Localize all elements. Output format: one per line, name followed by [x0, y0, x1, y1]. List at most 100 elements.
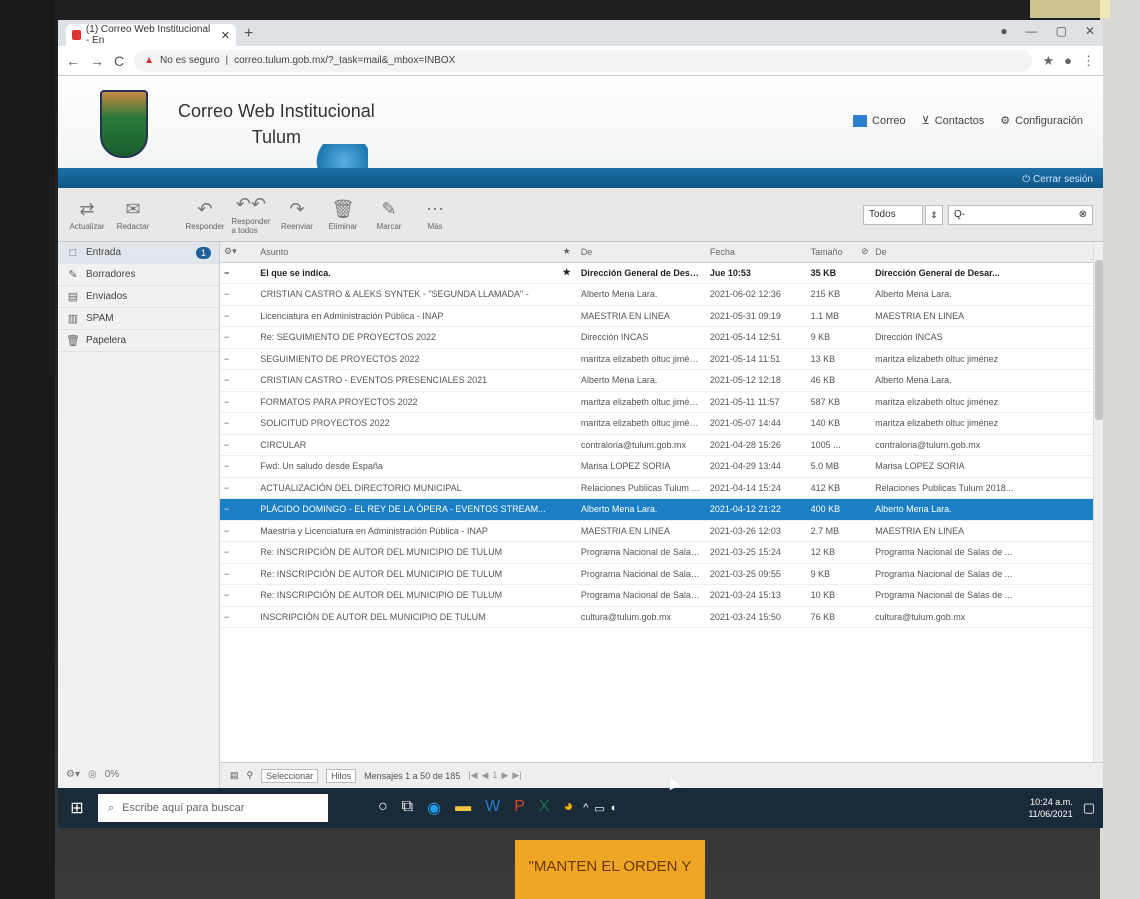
- folder-spam[interactable]: ▥ SPAM: [58, 308, 219, 330]
- size-header[interactable]: Tamaño: [806, 242, 858, 263]
- last-page-icon[interactable]: ▶|: [512, 770, 521, 781]
- new-tab-button[interactable]: +: [244, 24, 253, 46]
- table-row[interactable]: − INSCRIPCIÓN DE AUTOR DEL MUNICIPIO DE T…: [220, 606, 1103, 628]
- table-row[interactable]: − El que se indica. ★ Dirección General de …: [220, 262, 1103, 284]
- edge-icon[interactable]: ◉: [427, 798, 441, 818]
- network-icon[interactable]: ▭: [594, 802, 604, 815]
- minimize-button[interactable]: —: [1026, 24, 1038, 38]
- attachment-icon: [857, 348, 872, 370]
- date-cell: 2021-05-07 14:44: [705, 412, 807, 435]
- table-row[interactable]: − Re: INSCRIPCIÓN DE AUTOR DEL MUNICIPIO …: [220, 584, 1103, 607]
- nav-settings[interactable]: ⚙ Configuración: [1000, 114, 1083, 128]
- folder-sent[interactable]: ▤ Enviados: [58, 286, 219, 308]
- word-icon[interactable]: W: [485, 798, 500, 818]
- subject-header[interactable]: Asunto: [256, 242, 559, 263]
- mark-button[interactable]: ✎ Marcar: [370, 199, 408, 231]
- size-cell: 1.1 MB: [806, 305, 858, 327]
- table-row[interactable]: − FORMATOS PARA PROYECTOS 2022 maritza eli…: [220, 391, 1103, 413]
- folder-trash[interactable]: 🗑 Papelera: [58, 330, 219, 352]
- windows-start-icon[interactable]: ⊞: [66, 797, 88, 819]
- table-row[interactable]: − Re: SEGUIMIENTO DE PROYECTOS 2022 Direcc…: [220, 326, 1103, 349]
- task-view-icon[interactable]: ⧉: [402, 798, 413, 818]
- threads-icon[interactable]: ⚲: [247, 770, 254, 781]
- account-icon[interactable]: ●: [1064, 53, 1072, 69]
- scrollbar-thumb[interactable]: [1095, 260, 1103, 420]
- excel-icon[interactable]: X: [539, 798, 550, 818]
- table-row[interactable]: − CRISTIAN CASTRO & ALEKS SYNTEK - "SEGUN…: [220, 283, 1103, 306]
- table-row[interactable]: − Fwd: Un saludo desde España Marisa LOPEZ…: [220, 455, 1103, 478]
- logout-link[interactable]: ⏻ Cerrar sesión: [1022, 174, 1093, 185]
- back-icon[interactable]: ←: [66, 53, 80, 69]
- close-window-button[interactable]: ✕: [1085, 24, 1095, 38]
- volume-icon[interactable]: ◐: [611, 802, 618, 815]
- attachment-icon: [857, 606, 872, 628]
- threads-dropdown[interactable]: Hilos: [326, 768, 357, 783]
- reload-icon[interactable]: C: [114, 53, 124, 69]
- table-row[interactable]: − ACTUALIZACIÓN DEL DIRECTORIO MUNICIPAL R…: [220, 477, 1103, 499]
- prev-page-icon[interactable]: ◀: [482, 770, 489, 781]
- list-scrollbar[interactable]: [1093, 242, 1103, 762]
- close-tab-icon[interactable]: ✕: [221, 29, 230, 42]
- date-cell: 2021-04-28 15:26: [705, 434, 807, 456]
- nav-contacts[interactable]: ⊻ Contactos: [922, 114, 985, 128]
- refresh-button[interactable]: ⇄ Actualizar: [68, 199, 106, 231]
- flag-icon: [558, 391, 577, 413]
- table-row[interactable]: − Licenciatura en Administración Pública …: [220, 305, 1103, 327]
- layout-icon[interactable]: ▤: [230, 770, 239, 781]
- forward-icon[interactable]: →: [90, 53, 104, 69]
- filter-arrow-icon[interactable]: ⇕: [925, 205, 943, 225]
- taskbar-search-input[interactable]: ⌕ Escribe aquí para buscar: [98, 794, 328, 822]
- list-options-icon[interactable]: ⚙▾: [220, 242, 257, 263]
- table-row[interactable]: − Re: INSCRIPCIÓN DE AUTOR DEL MUNICIPIO …: [220, 563, 1103, 585]
- notifications-icon[interactable]: ▢: [1083, 800, 1095, 816]
- next-page-icon[interactable]: ▶: [501, 770, 508, 781]
- first-page-icon[interactable]: |◀: [468, 770, 477, 781]
- to-cell: Alberto Mena Lara.: [871, 283, 1103, 306]
- table-row[interactable]: − CIRCULAR contraloria@tulum.gob.mx 2021-04…: [220, 434, 1103, 456]
- compose-button[interactable]: ✉ Redactar: [114, 199, 152, 231]
- cortana-icon[interactable]: ○: [378, 798, 388, 818]
- forward-button[interactable]: ↷ Reenviar: [278, 199, 316, 231]
- filter-select[interactable]: Todos: [863, 205, 923, 225]
- flag-header-icon[interactable]: ★: [558, 242, 577, 263]
- bookmark-star-icon[interactable]: ★: [1042, 53, 1054, 69]
- browser-tab[interactable]: (1) Correo Web Institucional - En ✕: [66, 24, 236, 46]
- to-cell: Programa Nacional de Salas de ...: [871, 584, 1103, 607]
- table-row[interactable]: − Re: INSCRIPCIÓN DE AUTOR DEL MUNICIPIO …: [220, 541, 1103, 564]
- table-row[interactable]: − Maestría y Licenciatura en Administraci…: [220, 520, 1103, 542]
- mark-label: Marcar: [376, 221, 402, 231]
- file-explorer-icon[interactable]: ▬: [455, 798, 471, 818]
- to-header[interactable]: De: [871, 242, 1103, 263]
- folder-settings-gear-icon[interactable]: ⚙▾: [66, 769, 80, 780]
- select-dropdown[interactable]: Seleccionar: [261, 768, 319, 783]
- table-row[interactable]: − SEGUIMIENTO DE PROYECTOS 2022 maritza el…: [220, 348, 1103, 370]
- subject-cell: Re: SEGUIMIENTO DE PROYECTOS 2022: [256, 326, 559, 349]
- taskbar-clock[interactable]: 10:24 a.m. 11/06/2021: [1028, 796, 1072, 820]
- from-cell: Alberto Mena Lara.: [576, 283, 706, 306]
- reply-all-button[interactable]: ↶↶ Responder a todos: [231, 194, 270, 235]
- date-header[interactable]: Fecha: [705, 242, 807, 263]
- tray-chevron-icon[interactable]: ^: [583, 802, 588, 815]
- chrome-icon[interactable]: ◕: [564, 798, 574, 818]
- more-button[interactable]: ⋯ Más: [416, 199, 454, 231]
- system-tray: ^ ▭ ◐: [583, 802, 617, 815]
- url-field[interactable]: ▲ No es seguro | correo.tulum.gob.mx/?_t…: [134, 49, 1033, 72]
- folder-inbox[interactable]: □ Entrada 1: [58, 242, 219, 264]
- folder-drafts[interactable]: ✎ Borradores: [58, 264, 219, 286]
- profile-dot-icon[interactable]: ●: [1000, 24, 1007, 38]
- mail-toolbar: ⇄ Actualizar ✉ Redactar ↶ Responder ↶↶ Respo…: [58, 188, 1103, 242]
- search-input[interactable]: Q- ⊗: [948, 205, 1093, 225]
- reply-button[interactable]: ↶ Responder: [185, 199, 225, 231]
- table-row[interactable]: − SOLICITUD PROYECTOS 2022 maritza elizabe…: [220, 412, 1103, 435]
- from-header[interactable]: De: [576, 242, 706, 263]
- powerpoint-icon[interactable]: P: [514, 798, 525, 818]
- reply-label: Responder: [185, 221, 225, 231]
- attachment-header-icon[interactable]: ⊘: [857, 242, 872, 263]
- table-row[interactable]: − CRISTIAN CASTRO - EVENTOS PRESENCIALES …: [220, 369, 1103, 392]
- table-row[interactable]: − PLÁCIDO DOMINGO - EL REY DE LA ÓPERA - …: [220, 498, 1103, 521]
- maximize-button[interactable]: ▢: [1056, 24, 1067, 38]
- delete-button[interactable]: 🗑 Eliminar: [324, 199, 362, 231]
- search-clear-icon[interactable]: ⊗: [1079, 209, 1087, 221]
- nav-mail[interactable]: Correo: [853, 114, 906, 127]
- menu-kebab-icon[interactable]: ⋮: [1082, 53, 1095, 69]
